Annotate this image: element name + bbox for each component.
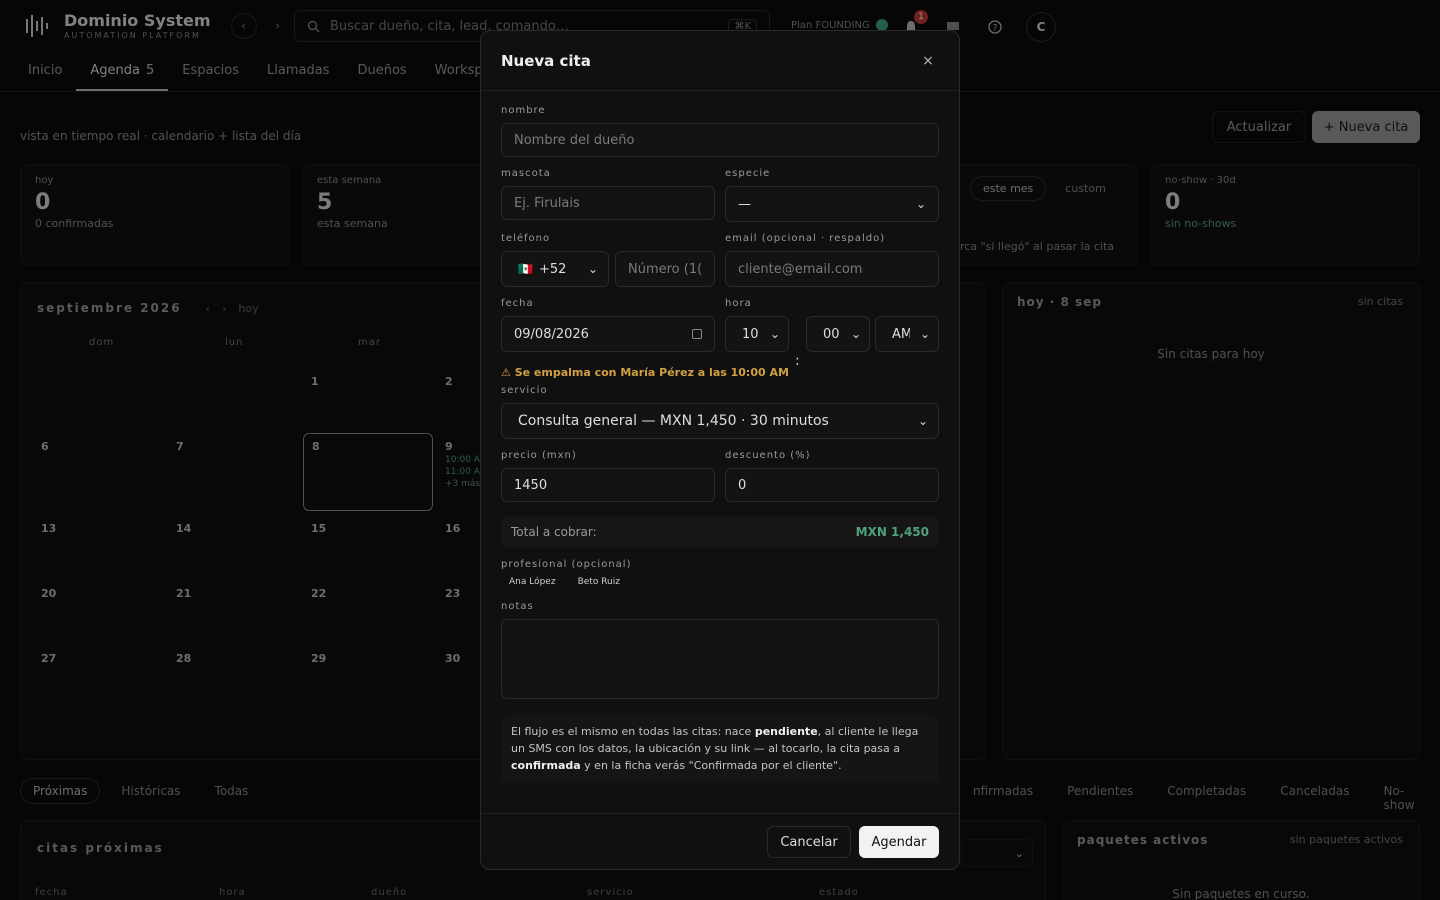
label-notas: notas [501, 601, 534, 612]
servicio-value: Consulta general — MXN 1,450 · 30 minuto… [518, 413, 829, 429]
fecha-input[interactable]: 09/08/2026 [501, 316, 715, 352]
chevron-down-icon: ⌄ [587, 262, 598, 276]
professional-chip[interactable]: Ana López [501, 575, 564, 589]
country-code-select[interactable]: 🇲🇽 +52 ⌄ [501, 251, 609, 287]
label-nombre: nombre [501, 105, 546, 116]
info-text: y en la ficha verás "Confirmada por el c… [580, 759, 842, 772]
info-bold: confirmada [511, 759, 581, 772]
close-button[interactable]: × [917, 50, 939, 72]
mexico-flag-icon: 🇲🇽 [518, 262, 533, 276]
chevron-down-icon: ⌄ [850, 327, 861, 341]
total-value: MXN 1,450 [855, 525, 929, 539]
modal-title: Nueva cita [501, 51, 591, 70]
servicio-select[interactable]: Consulta general — MXN 1,450 · 30 minuto… [501, 403, 939, 439]
especie-value: — [738, 196, 751, 212]
professional-chip[interactable]: Beto Ruiz [570, 575, 628, 589]
minute-select[interactable]: 00 ⌄ [806, 316, 870, 352]
descuento-input[interactable]: 0 [725, 468, 939, 502]
label-profesional: profesional (opcional) [501, 559, 632, 570]
label-descuento: descuento (%) [725, 450, 811, 461]
country-code-value: +52 [538, 261, 567, 277]
calendar-icon[interactable] [692, 329, 702, 339]
notas-textarea[interactable] [501, 619, 939, 699]
modal-body: nombre Nombre del dueño mascota Ej. Firu… [481, 91, 959, 813]
label-email: email (opcional · respaldo) [725, 233, 886, 244]
email-input[interactable]: cliente@email.com [725, 251, 939, 287]
precio-input[interactable]: 1450 [501, 468, 715, 502]
label-mascota: mascota [501, 168, 551, 179]
info-text: El flujo es el mismo en todas las citas:… [511, 725, 755, 738]
label-servicio: servicio [501, 385, 548, 396]
hour-select[interactable]: 10 ⌄ [725, 316, 789, 352]
ampm-select[interactable]: AM ⌄ [875, 316, 939, 352]
info-bold: pendiente [754, 725, 818, 738]
flow-info: El flujo es el mismo en todas las citas:… [501, 715, 939, 783]
professional-chips: Ana López Beto Ruiz [501, 575, 628, 589]
ampm-value: AM [892, 326, 910, 342]
fecha-value: 09/08/2026 [514, 326, 589, 342]
label-telefono: teléfono [501, 233, 551, 244]
especie-select[interactable]: — ⌄ [725, 186, 939, 222]
phone-input[interactable]: Número (1( [615, 251, 715, 287]
modal-footer: Cancelar Agendar [481, 813, 959, 869]
minute-value: 00 [823, 326, 840, 342]
label-fecha: fecha [501, 298, 534, 309]
close-icon: × [922, 52, 934, 69]
chevron-down-icon: ⌄ [769, 327, 780, 341]
mascota-input[interactable]: Ej. Firulais [501, 186, 715, 220]
hour-value: 10 [742, 326, 759, 342]
overlap-warning: ⚠ Se empalma con María Pérez a las 10:00… [501, 366, 789, 379]
nombre-input[interactable]: Nombre del dueño [501, 123, 939, 157]
chevron-down-icon: ⌄ [915, 197, 926, 211]
total-row: Total a cobrar: MXN 1,450 [501, 516, 939, 548]
time-separator: : [795, 353, 800, 369]
total-label: Total a cobrar: [511, 525, 597, 539]
label-precio: precio (mxn) [501, 450, 577, 461]
cancel-button[interactable]: Cancelar [767, 826, 851, 858]
agendar-button[interactable]: Agendar [859, 826, 939, 858]
modal-header: Nueva cita × [481, 31, 959, 91]
chevron-down-icon: ⌄ [917, 414, 928, 428]
new-appointment-modal: Nueva cita × nombre Nombre del dueño mas… [480, 30, 960, 870]
chevron-down-icon: ⌄ [919, 327, 930, 341]
label-especie: especie [725, 168, 771, 179]
label-hora: hora [725, 298, 752, 309]
